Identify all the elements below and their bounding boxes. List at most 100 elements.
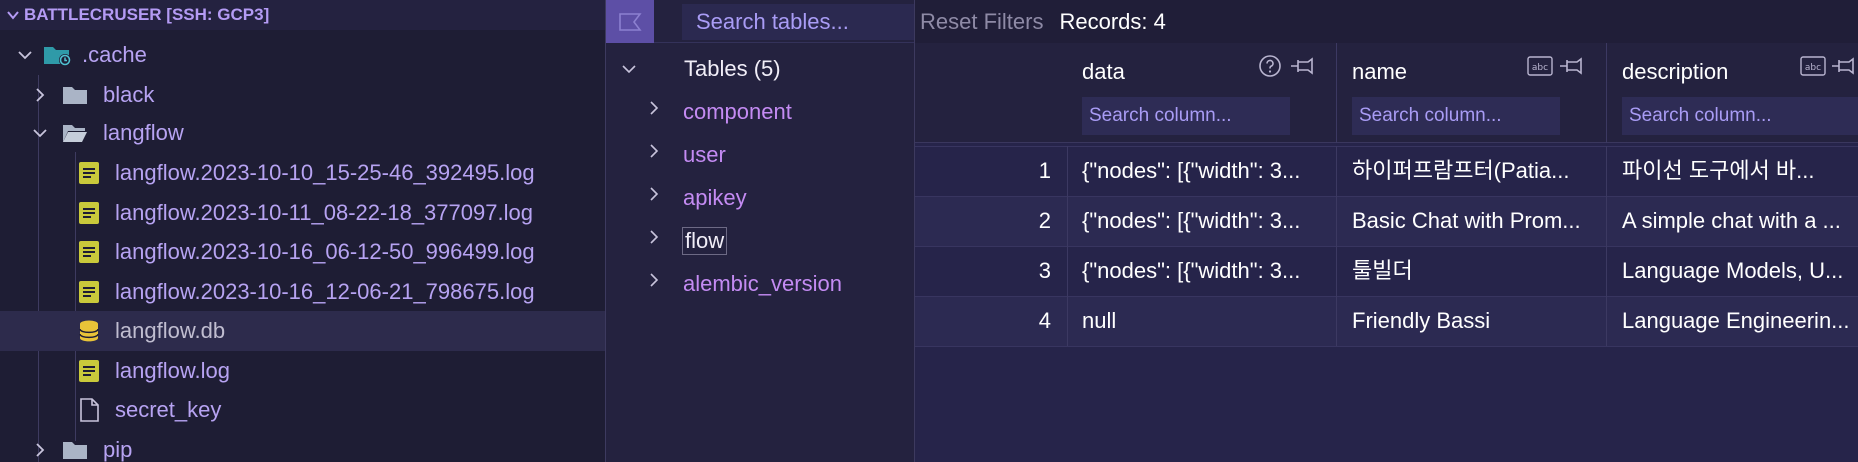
folder-icon <box>62 438 88 462</box>
table-row[interactable]: 3 {"nodes": [{"width": 3... 툴빌더 Language… <box>915 246 1858 296</box>
cell-name[interactable]: 툴빌더 <box>1352 246 1602 296</box>
log-file-icon <box>76 359 102 383</box>
column-filter-name[interactable] <box>1352 97 1560 135</box>
column-title-name[interactable]: name <box>1352 59 1407 85</box>
tree-item-label: langflow.2023-10-10_15-25-46_392495.log <box>115 160 535 185</box>
row-number: 2 <box>1038 208 1051 233</box>
pin-icon[interactable] <box>1558 55 1584 77</box>
text-type-icon: abc <box>1527 56 1553 76</box>
tree-item-log-file[interactable]: langflow.2023-10-16_06-12-50_996499.log <box>0 232 605 272</box>
cell-name[interactable]: 하이퍼프람프터(Patia... <box>1352 146 1602 196</box>
column-title-data[interactable]: data <box>1082 59 1125 85</box>
tree-item-label: langflow.2023-10-16_12-06-21_798675.log <box>115 279 535 304</box>
tree-item-label: langflow.2023-10-11_08-22-18_377097.log <box>115 200 533 225</box>
cell-data[interactable]: {"nodes": [{"width": 3... <box>1082 146 1332 196</box>
file-explorer: BATTLECRUSER [SSH: GCP3] .cache black la… <box>0 0 605 462</box>
table-name: user <box>683 142 726 167</box>
chevron-right-icon <box>650 101 659 115</box>
tree-item-secret-key[interactable]: secret_key <box>0 390 605 430</box>
table-row[interactable]: 2 {"nodes": [{"width": 3... Basic Chat w… <box>915 196 1858 246</box>
chevron-down-icon <box>33 129 47 138</box>
column-separator <box>1606 146 1607 346</box>
chevron-down-icon <box>7 11 19 20</box>
grid-header: data name abc description abc <box>915 43 1858 143</box>
tree-item-log-file[interactable]: langflow.2023-10-10_15-25-46_392495.log <box>0 153 605 193</box>
table-item-alembic-version[interactable]: alembic_version <box>606 263 914 305</box>
folder-icon <box>62 83 88 107</box>
row-separator <box>915 246 1858 247</box>
folder-cache-open-icon <box>43 43 73 67</box>
cell-description[interactable]: Language Models, U... <box>1622 246 1858 296</box>
table-name: apikey <box>683 185 747 210</box>
file-icon <box>76 398 102 422</box>
chevron-right-icon <box>650 187 659 201</box>
tree-item-langflow-db[interactable]: langflow.db <box>0 311 605 351</box>
column-separator <box>1067 146 1068 346</box>
cell-description[interactable]: A simple chat with a ... <box>1622 196 1858 246</box>
tree-item-label: pip <box>103 437 133 462</box>
row-separator <box>915 196 1858 197</box>
svg-text:abc: abc <box>1805 63 1821 73</box>
tree-item-black[interactable]: black <box>0 75 605 115</box>
table-name: component <box>683 99 792 124</box>
cell-name[interactable]: Basic Chat with Prom... <box>1352 196 1602 246</box>
log-file-icon <box>76 280 102 304</box>
cell-data[interactable]: null <box>1082 296 1332 346</box>
help-icon[interactable] <box>1258 54 1282 78</box>
table-item-apikey[interactable]: apikey <box>606 177 914 219</box>
table-row[interactable]: 1 {"nodes": [{"width": 3... 하이퍼프람프터(Pati… <box>915 146 1858 196</box>
tree-item-log-file[interactable]: langflow.log <box>0 351 605 391</box>
tree-item-label: black <box>103 82 155 107</box>
row-separator <box>915 296 1858 297</box>
column-filter-data[interactable] <box>1082 97 1290 135</box>
row-number: 3 <box>1038 258 1051 283</box>
pin-icon[interactable] <box>1830 55 1856 77</box>
tree-item-cache[interactable]: .cache <box>0 35 605 75</box>
pin-icon[interactable] <box>1289 55 1315 77</box>
tree-item-label: langflow.db <box>115 318 226 343</box>
toggle-sidebar-button[interactable] <box>606 0 654 43</box>
folder-open-icon <box>62 121 88 145</box>
chevron-right-icon <box>650 144 659 158</box>
row-separator <box>915 346 1858 347</box>
cell-description[interactable]: Language Engineerin... <box>1622 296 1858 346</box>
data-grid: Reset Filters Records: 4 data name abc d… <box>915 0 1858 462</box>
explorer-root-header[interactable]: BATTLECRUSER [SSH: GCP3] <box>0 0 605 30</box>
table-item-user[interactable]: user <box>606 134 914 176</box>
grid-toolbar: Reset Filters Records: 4 <box>915 0 1858 43</box>
tree-item-label: .cache <box>82 42 147 67</box>
cell-data[interactable]: {"nodes": [{"width": 3... <box>1082 246 1332 296</box>
column-separator[interactable] <box>1336 43 1337 143</box>
search-tables-input[interactable] <box>682 4 914 40</box>
tables-panel: Tables (5) component user apikey flow al… <box>606 0 914 462</box>
log-file-icon <box>76 201 102 225</box>
column-filter-description[interactable] <box>1622 97 1858 135</box>
column-separator[interactable] <box>1606 43 1607 143</box>
tree-item-log-file[interactable]: langflow.2023-10-16_12-06-21_798675.log <box>0 272 605 312</box>
records-count: Records: 4 <box>1059 8 1166 34</box>
cell-name[interactable]: Friendly Bassi <box>1352 296 1602 346</box>
reset-filters-button[interactable]: Reset Filters <box>920 9 1043 35</box>
chevron-right-icon <box>650 273 659 287</box>
tables-group-header[interactable]: Tables (5) <box>606 48 914 90</box>
cell-data[interactable]: {"nodes": [{"width": 3... <box>1082 196 1332 246</box>
tree-item-label: langflow.2023-10-16_06-12-50_996499.log <box>115 239 535 264</box>
table-item-flow[interactable]: flow <box>606 220 914 262</box>
explorer-root-label: BATTLECRUSER [SSH: GCP3] <box>24 5 270 24</box>
column-title-description[interactable]: description <box>1622 59 1728 85</box>
tree-item-langflow[interactable]: langflow <box>0 113 605 153</box>
row-separator <box>915 146 1858 147</box>
table-row[interactable]: 4 null Friendly Bassi Language Engineeri… <box>915 296 1858 346</box>
chevron-right-icon <box>36 443 45 457</box>
svg-text:abc: abc <box>1532 63 1548 73</box>
tree-item-label: secret_key <box>115 397 222 422</box>
cell-description[interactable]: 파이선 도구에서 바... <box>1622 146 1858 196</box>
row-number: 1 <box>1038 158 1051 183</box>
tree-item-pip[interactable]: pip <box>0 430 605 462</box>
text-type-icon: abc <box>1800 56 1826 76</box>
log-file-icon <box>76 161 102 185</box>
column-separator <box>1336 146 1337 346</box>
tables-toolbar <box>606 0 914 43</box>
tree-item-log-file[interactable]: langflow.2023-10-11_08-22-18_377097.log <box>0 193 605 233</box>
table-item-component[interactable]: component <box>606 91 914 133</box>
